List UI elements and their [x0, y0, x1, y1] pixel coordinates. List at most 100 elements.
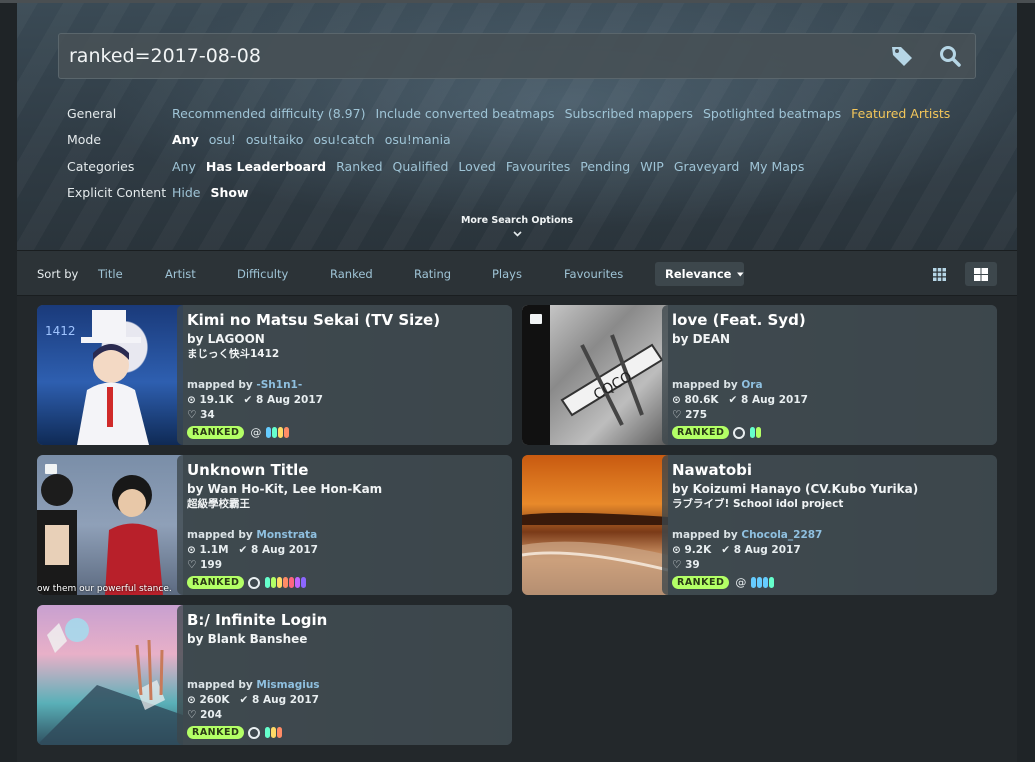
beatmap-card[interactable]: CQCO love (Feat. Syd) by DEAN mapped by … [522, 305, 997, 445]
play-count: ⊙ 260K [187, 694, 230, 706]
difficulty-dot[interactable] [278, 427, 284, 438]
beatmap-artist: by Blank Banshee [187, 632, 308, 646]
heart-icon: ♡ [187, 709, 197, 721]
mapper-link[interactable]: Monstrata [256, 529, 317, 541]
filter-featured-artists[interactable]: Featured Artists [851, 106, 950, 121]
beatmap-status-row: RANKED @ [672, 576, 775, 589]
search-input[interactable] [59, 34, 859, 78]
status-badge: RANKED [672, 576, 730, 589]
difficulty-dots[interactable] [750, 577, 775, 588]
sort-ranked[interactable]: Ranked [330, 267, 373, 281]
beatmap-card[interactable]: Nawatobi by Koizumi Hanayo (CV.Kubo Yuri… [522, 455, 997, 595]
difficulty-dot[interactable] [265, 727, 271, 738]
category-graveyard[interactable]: Graveyard [674, 159, 740, 174]
sort-plays[interactable]: Plays [492, 267, 522, 281]
sort-artist[interactable]: Artist [165, 267, 196, 281]
filter-subscribed-mappers[interactable]: Subscribed mappers [565, 106, 693, 121]
category-favourites[interactable]: Favourites [506, 159, 570, 174]
ranked-date: ✔ 8 Aug 2017 [239, 544, 318, 556]
favourite-count-value: 199 [200, 559, 222, 571]
beatmap-title[interactable]: Unknown Title [187, 461, 512, 480]
difficulty-dot[interactable] [283, 577, 289, 588]
beatmap-thumbnail [37, 605, 183, 745]
explicit-hide[interactable]: Hide [172, 185, 201, 200]
difficulty-dots[interactable] [265, 427, 290, 438]
difficulty-dot[interactable] [277, 727, 283, 738]
difficulty-dot[interactable] [763, 577, 769, 588]
play-icon: ⊙ [187, 544, 196, 556]
check-icon: ✔ [239, 694, 249, 706]
beatmap-source: 超級學校霸王 [187, 498, 250, 510]
ranked-date-value: 8 Aug 2017 [255, 394, 323, 406]
difficulty-dot[interactable] [751, 577, 757, 588]
difficulty-dot[interactable] [266, 427, 272, 438]
difficulty-dot[interactable] [757, 577, 763, 588]
beatmap-title[interactable]: Nawatobi [672, 461, 997, 480]
sort-title[interactable]: Title [98, 267, 123, 281]
beatmap-card[interactable]: 1412 Kimi no Matsu Sekai (TV Size) by LA… [37, 305, 512, 445]
difficulty-dot[interactable] [769, 577, 775, 588]
beatmap-info: Unknown Title by Wan Ho-Kit, Lee Hon-Kam… [177, 455, 512, 595]
sort-relevance-button[interactable]: Relevance [655, 262, 744, 286]
difficulty-dot[interactable] [271, 727, 277, 738]
category-has-leaderboard[interactable]: Has Leaderboard [206, 159, 326, 174]
explicit-show[interactable]: Show [211, 185, 249, 200]
mapper-link[interactable]: Chocola_2287 [741, 529, 822, 541]
mode-mania[interactable]: osu!mania [385, 132, 451, 147]
difficulty-dot[interactable] [271, 577, 277, 588]
beatmap-title[interactable]: Kimi no Matsu Sekai (TV Size) [187, 311, 512, 330]
tag-icon[interactable] [889, 43, 915, 69]
beatmap-stats: ⊙ 19.1K ✔ 8 Aug 2017 [187, 394, 323, 406]
sort-rating[interactable]: Rating [414, 267, 451, 281]
beatmap-card[interactable]: ow them our powerful stance. Unknown Tit… [37, 455, 512, 595]
filter-include-converted[interactable]: Include converted beatmaps [375, 106, 554, 121]
filter-spotlighted[interactable]: Spotlighted beatmaps [703, 106, 841, 121]
sort-favourites[interactable]: Favourites [564, 267, 623, 281]
sort-difficulty[interactable]: Difficulty [237, 267, 288, 281]
mode-taiko[interactable]: osu!taiko [246, 132, 304, 147]
chevron-down-icon[interactable] [513, 230, 522, 240]
ranked-date-value: 8 Aug 2017 [252, 694, 319, 706]
category-pending[interactable]: Pending [580, 159, 630, 174]
difficulty-dots[interactable] [749, 427, 762, 438]
search-icon[interactable] [937, 43, 963, 69]
difficulty-dot[interactable] [295, 577, 301, 588]
beatmap-card[interactable]: B:/ Infinite Login by Blank Banshee mapp… [37, 605, 512, 745]
mapper-link[interactable]: Mismagius [256, 679, 319, 691]
difficulty-dot[interactable] [750, 427, 756, 438]
mode-catch[interactable]: osu!catch [313, 132, 374, 147]
difficulty-dots[interactable] [264, 577, 307, 588]
grid-view-icon[interactable] [923, 262, 955, 286]
status-badge: RANKED [187, 426, 245, 439]
difficulty-dot[interactable] [272, 427, 278, 438]
category-loved[interactable]: Loved [458, 159, 495, 174]
mode-any[interactable]: Any [172, 132, 199, 147]
category-any[interactable]: Any [172, 159, 196, 174]
category-wip[interactable]: WIP [640, 159, 664, 174]
play-icon: ⊙ [187, 694, 196, 706]
beatmap-title[interactable]: B:/ Infinite Login [187, 611, 512, 630]
filter-recommended-difficulty[interactable]: Recommended difficulty (8.97) [172, 106, 365, 121]
difficulty-dot[interactable] [277, 577, 283, 588]
mode-osu[interactable]: osu! [209, 132, 236, 147]
ranked-date: ✔ 8 Aug 2017 [721, 544, 800, 556]
beatmap-title[interactable]: love (Feat. Syd) [672, 311, 997, 330]
category-qualified[interactable]: Qualified [393, 159, 449, 174]
mapper-link[interactable]: Ora [741, 379, 762, 391]
more-search-options[interactable]: More Search Options [17, 215, 1017, 226]
card-view-icon[interactable] [965, 262, 997, 286]
search-panel: General Recommended difficulty (8.97) In… [17, 3, 1017, 250]
difficulty-dot[interactable] [265, 577, 271, 588]
difficulty-dot[interactable] [301, 577, 307, 588]
difficulty-dots[interactable] [264, 727, 283, 738]
beatmap-mapper-line: mapped by Monstrata [187, 529, 317, 541]
search-box[interactable] [58, 33, 976, 79]
difficulty-dot[interactable] [756, 427, 762, 438]
difficulty-dot[interactable] [284, 427, 290, 438]
play-count: ⊙ 9.2K [672, 544, 711, 556]
difficulty-dot[interactable] [289, 577, 295, 588]
category-ranked[interactable]: Ranked [336, 159, 382, 174]
category-my-maps[interactable]: My Maps [749, 159, 804, 174]
mapper-link[interactable]: -Sh1n1- [256, 379, 302, 391]
beatmap-status-row: RANKED [187, 726, 283, 739]
